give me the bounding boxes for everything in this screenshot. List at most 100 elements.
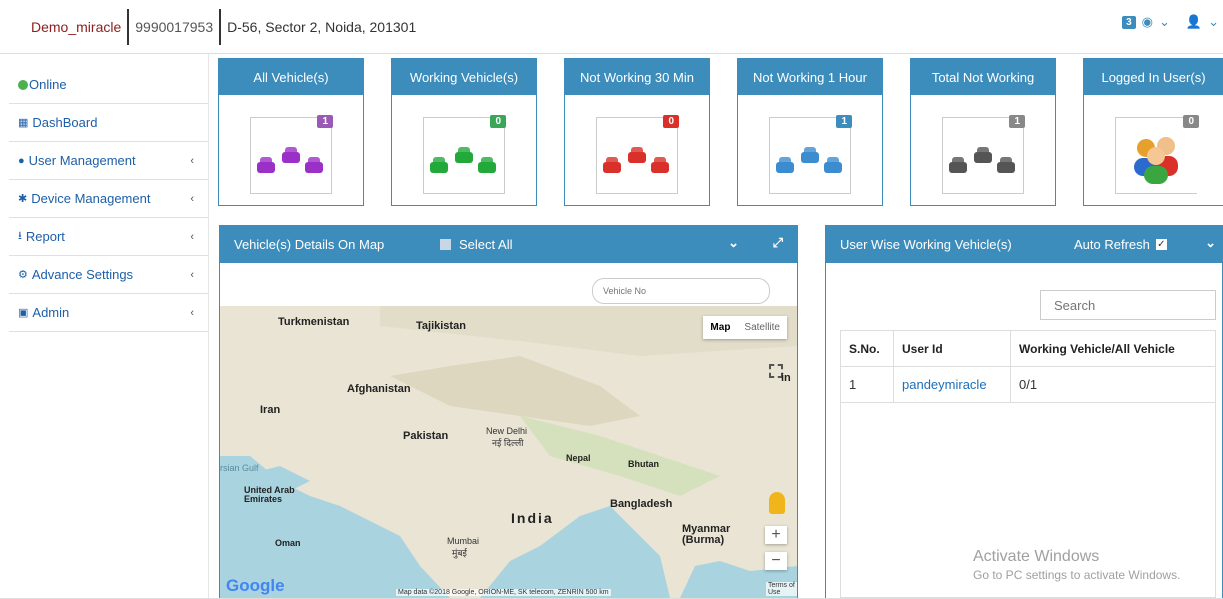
card-not-working-30min[interactable]: Not Working 30 Min 0: [564, 58, 710, 206]
column-header[interactable]: S.No.: [841, 342, 893, 356]
vehicle-no-input[interactable]: [592, 278, 770, 304]
map-panel-header: Vehicle(s) Details On Map Select All ⌄ ⤢: [220, 226, 797, 263]
card-title: Not Working 30 Min: [565, 59, 709, 95]
card-count-badge: 0: [1183, 115, 1199, 128]
card-title: Total Not Working: [911, 59, 1055, 95]
zoom-in-button[interactable]: +: [765, 526, 787, 544]
map-label-new-delhi-hi: नई दिल्ली: [492, 438, 524, 448]
column-header[interactable]: Working Vehicle/All Vehicle: [1010, 331, 1215, 366]
sidebar-item-dashboard[interactable]: ▦ DashBoard: [9, 104, 208, 142]
map-type-satellite[interactable]: Satellite: [737, 316, 787, 339]
auto-refresh-toggle[interactable]: Auto Refresh ✓: [1074, 237, 1167, 252]
card-title: Working Vehicle(s): [392, 59, 536, 95]
user-menu-icon[interactable]: 👤: [1186, 14, 1202, 30]
card-working-vehicles[interactable]: Working Vehicle(s) 0: [391, 58, 537, 206]
car-icon: [997, 157, 1015, 173]
users-icon: [1134, 137, 1178, 184]
collapse-chevron-icon[interactable]: ⌄: [728, 235, 739, 251]
sidebar-item-report[interactable]: ⭳ Report ‹: [9, 218, 208, 256]
card-logged-in-users[interactable]: Logged In User(s) 0: [1083, 58, 1223, 206]
zoom-out-button[interactable]: −: [765, 552, 787, 570]
download-icon: ⭳: [18, 230, 22, 242]
map-label-nepal: Nepal: [566, 453, 591, 463]
sidebar-item-user-management[interactable]: ● User Management ‹: [9, 142, 208, 180]
users-group-icon: [1115, 117, 1197, 194]
car-icon: [478, 157, 496, 173]
vehicle-group-icon: [250, 117, 332, 194]
sidebar-item-online[interactable]: Online: [9, 66, 208, 104]
card-title: Not Working 1 Hour: [738, 59, 882, 95]
sidebar-item-admin[interactable]: ▣ Admin ‹: [9, 294, 208, 332]
vehicle-group-icon: [942, 117, 1024, 194]
map-label-mumbai-hi: मुंबई: [452, 548, 467, 558]
map-panel-title: Vehicle(s) Details On Map: [234, 237, 385, 252]
map-label-mumbai: Mumbai: [447, 536, 480, 546]
company-address: D-56, Sector 2, Noida, 201301: [227, 19, 417, 35]
card-all-vehicles[interactable]: All Vehicle(s) 1: [218, 58, 364, 206]
expand-icon[interactable]: ⤢: [773, 235, 783, 251]
notification-badge[interactable]: 3: [1122, 15, 1136, 29]
company-phone: 9990017953: [129, 9, 222, 45]
column-header[interactable]: User Id: [893, 331, 1010, 366]
car-icon: [776, 157, 794, 173]
company-name: Demo_miracle: [9, 9, 130, 45]
watermark-subtitle: Go to PC settings to activate Windows.: [973, 568, 1181, 582]
map-label-turkmenistan: Turkmenistan: [278, 316, 350, 328]
car-icon: [305, 157, 323, 173]
terms-of-use-link[interactable]: Terms of Use: [766, 582, 797, 596]
car-icon: [257, 157, 275, 173]
sidebar-item-label: DashBoard: [32, 115, 98, 130]
activate-windows-watermark: Activate Windows Go to PC settings to ac…: [973, 548, 1180, 582]
chevron-left-icon: ‹: [190, 230, 194, 243]
user-chevron-icon[interactable]: ⌄: [1208, 14, 1219, 30]
map-label-tajikistan: Tajikistan: [416, 320, 466, 332]
chevron-down-icon[interactable]: ⌄: [1159, 14, 1170, 30]
globe-icon[interactable]: ◉: [1142, 14, 1153, 30]
car-icon: [282, 147, 300, 163]
street-view-pegman-icon[interactable]: [769, 492, 785, 514]
table-header-row: S.No. User Id Working Vehicle/All Vehicl…: [841, 331, 1215, 367]
sidebar-item-label: Advance Settings: [31, 267, 134, 282]
map-label-pakistan: Pakistan: [403, 430, 449, 442]
sidebar-item-label: Online: [29, 77, 67, 92]
cell-user-id: pandeymiracle: [893, 367, 1010, 402]
select-all-toggle[interactable]: Select All: [440, 237, 512, 252]
select-all-checkbox[interactable]: [440, 239, 451, 250]
card-count-badge: 0: [663, 115, 679, 128]
top-header: Demo_miracle 9990017953 D-56, Sector 2, …: [0, 0, 1223, 54]
car-icon: [949, 157, 967, 173]
sidebar-item-label: User Management: [28, 153, 136, 168]
user-id-link[interactable]: pandeymiracle: [902, 377, 987, 392]
map-panel: Vehicle(s) Details On Map Select All ⌄ ⤢…: [219, 225, 798, 599]
map-label-bhutan: Bhutan: [628, 459, 659, 469]
sidebar-item-device-management[interactable]: ✱ Device Management ‹: [9, 180, 208, 218]
card-count-badge: 1: [1009, 115, 1025, 128]
map-type-map[interactable]: Map: [703, 316, 737, 339]
auto-refresh-checkbox[interactable]: ✓: [1155, 239, 1167, 250]
select-all-label: Select All: [459, 237, 513, 252]
car-icon: [974, 147, 992, 163]
map-canvas[interactable]: Map Satellite Turkmenistan Tajikistan Af…: [220, 306, 797, 598]
user-panel-header: User Wise Working Vehicle(s) Auto Refres…: [826, 226, 1222, 263]
cell-sno: 1: [849, 377, 857, 392]
chevron-left-icon: ‹: [190, 306, 194, 319]
car-icon: [824, 157, 842, 173]
car-icon: [651, 157, 669, 173]
car-icon: [801, 147, 819, 163]
sidebar-item-label: Admin: [32, 305, 70, 320]
sidebar-item-advance-settings[interactable]: ⚙ Advance Settings ‹: [9, 256, 208, 294]
google-logo: Google: [226, 576, 285, 595]
search-input[interactable]: [1040, 290, 1216, 320]
auto-refresh-label: Auto Refresh: [1074, 237, 1150, 252]
card-not-working-1hour[interactable]: Not Working 1 Hour 1: [737, 58, 883, 206]
sidebar-divider: [208, 54, 209, 599]
header-actions: 3 ◉ ⌄ 👤 ⌄: [1122, 14, 1219, 30]
map-terrain: [220, 306, 797, 598]
map-type-toggle[interactable]: Map Satellite: [703, 316, 787, 339]
collapse-chevron-icon[interactable]: ⌄: [1205, 235, 1216, 251]
chevron-left-icon: ‹: [190, 268, 194, 281]
map-label-china: in: [781, 372, 791, 384]
car-icon: [603, 157, 621, 173]
card-total-not-working[interactable]: Total Not Working 1: [910, 58, 1056, 206]
asterisk-icon: ✱: [18, 193, 28, 205]
